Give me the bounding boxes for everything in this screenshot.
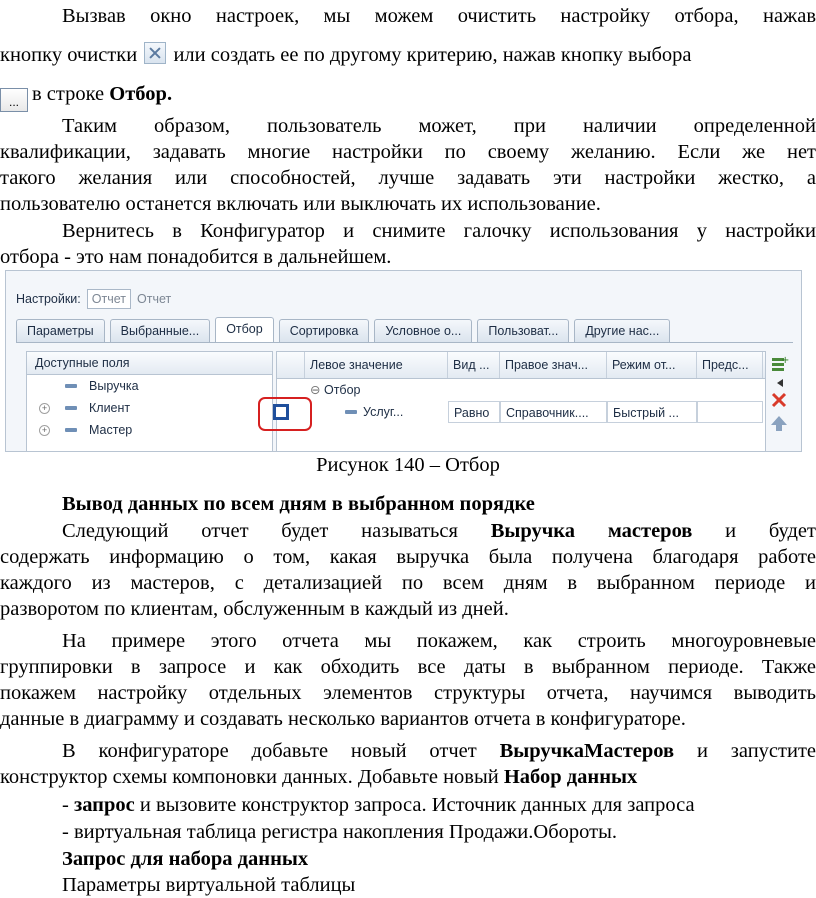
expand-icon[interactable]: + bbox=[39, 403, 50, 414]
select-button-icon: ... bbox=[0, 88, 28, 112]
text-line: содержать информацию о том, какая выручк… bbox=[0, 546, 816, 568]
text-line: Вызвав окно настроек, мы можем очистить … bbox=[62, 5, 816, 27]
tab-bar: Параметры Выбранные... Отбор Сортировка … bbox=[16, 317, 671, 342]
settings-label: Настройки: bbox=[16, 292, 81, 306]
filter-group-row[interactable]: ⊖ Отбор bbox=[277, 379, 765, 401]
available-fields-pane: Доступные поля Выручка + Клиент + Мастер bbox=[26, 351, 273, 451]
text-line: разворотом по клиентам, обслуженным в ка… bbox=[0, 598, 509, 620]
filter-grid-header: Левое значение Вид ... Правое знач... Ре… bbox=[277, 352, 765, 379]
tab-user[interactable]: Пользоват... bbox=[477, 319, 570, 342]
tab-other[interactable]: Другие нас... bbox=[574, 319, 671, 342]
add-icon[interactable]: + bbox=[769, 354, 789, 374]
text-line: покажем настройку отдельных элементов ст… bbox=[0, 682, 816, 704]
clear-icon bbox=[144, 42, 167, 64]
highlight-circle bbox=[258, 397, 312, 431]
text-line: Параметры виртуальной таблицы bbox=[62, 874, 356, 896]
text-line: - запрос и вызовите конструктор запроса.… bbox=[62, 794, 695, 816]
settings-alt: Отчет bbox=[137, 292, 172, 306]
field-icon bbox=[345, 410, 357, 414]
tab-filter[interactable]: Отбор bbox=[215, 317, 274, 342]
expand-icon[interactable]: + bbox=[39, 425, 50, 436]
text-line: Таким образом, пользователь может, при н… bbox=[62, 115, 816, 137]
svg-text:+: + bbox=[781, 355, 789, 366]
left-arrow-icon[interactable] bbox=[769, 377, 789, 387]
filter-grid: Левое значение Вид ... Правое знач... Ре… bbox=[276, 351, 766, 451]
use-checkbox[interactable] bbox=[273, 404, 289, 420]
text-line: В конфигураторе добавьте новый отчет Выр… bbox=[62, 740, 816, 762]
text-line: каждого из мастеров, с детализацией по в… bbox=[0, 572, 816, 594]
field-icon bbox=[65, 384, 77, 388]
settings-screenshot: Настройки: Отчет Отчет Параметры Выбранн… bbox=[5, 270, 802, 452]
field-icon bbox=[65, 428, 77, 432]
text-line: отбора - это нам понадобится в дальнейше… bbox=[0, 246, 392, 268]
text-line: - виртуальная таблица регистра накоплени… bbox=[62, 821, 617, 843]
text-line: пользователю останется включать или выкл… bbox=[0, 193, 601, 215]
section-heading: Вывод данных по всем дням в выбранном по… bbox=[62, 493, 535, 515]
move-up-icon[interactable] bbox=[769, 413, 789, 433]
field-item[interactable]: + Клиент bbox=[27, 397, 272, 419]
tab-conditional[interactable]: Условное о... bbox=[374, 319, 473, 342]
figure-caption: Рисунок 140 – Отбор bbox=[316, 454, 500, 476]
field-item[interactable]: Выручка bbox=[27, 375, 272, 397]
text-line: данные в диаграмму и создавать несколько… bbox=[0, 708, 686, 730]
filter-item-row[interactable]: Услуг... Равно Справочник.... Быстрый ..… bbox=[277, 401, 765, 423]
text-line: ... в строке Отбор. bbox=[0, 82, 816, 112]
text-line: конструктор схемы компоновки данных. Доб… bbox=[0, 766, 638, 788]
text-line: Вернитесь в Конфигуратор и снимите галоч… bbox=[62, 220, 816, 242]
delete-icon[interactable] bbox=[769, 390, 789, 410]
tab-selected[interactable]: Выбранные... bbox=[109, 319, 211, 342]
text-line: Следующий отчет будет называться Выручка… bbox=[62, 520, 816, 542]
settings-field[interactable]: Отчет bbox=[86, 289, 131, 309]
text-line: квалификации, задавать многие настройки … bbox=[0, 141, 816, 163]
text-line: группировки в запросе и как обходить все… bbox=[0, 656, 816, 678]
available-fields-header: Доступные поля bbox=[27, 352, 272, 375]
field-item[interactable]: + Мастер bbox=[27, 419, 272, 441]
text-line: такого желания или способностей, лучше з… bbox=[0, 167, 816, 189]
side-toolbar: + bbox=[769, 351, 795, 436]
text-line: На примере этого отчета мы покажем, как … bbox=[62, 630, 816, 652]
field-icon bbox=[65, 406, 77, 410]
tab-sort[interactable]: Сортировка bbox=[278, 319, 370, 342]
tab-parameters[interactable]: Параметры bbox=[16, 319, 105, 342]
text-line: кнопку очистки или создать ее по другому… bbox=[0, 42, 692, 66]
subheading: Запрос для набора данных bbox=[62, 848, 309, 870]
